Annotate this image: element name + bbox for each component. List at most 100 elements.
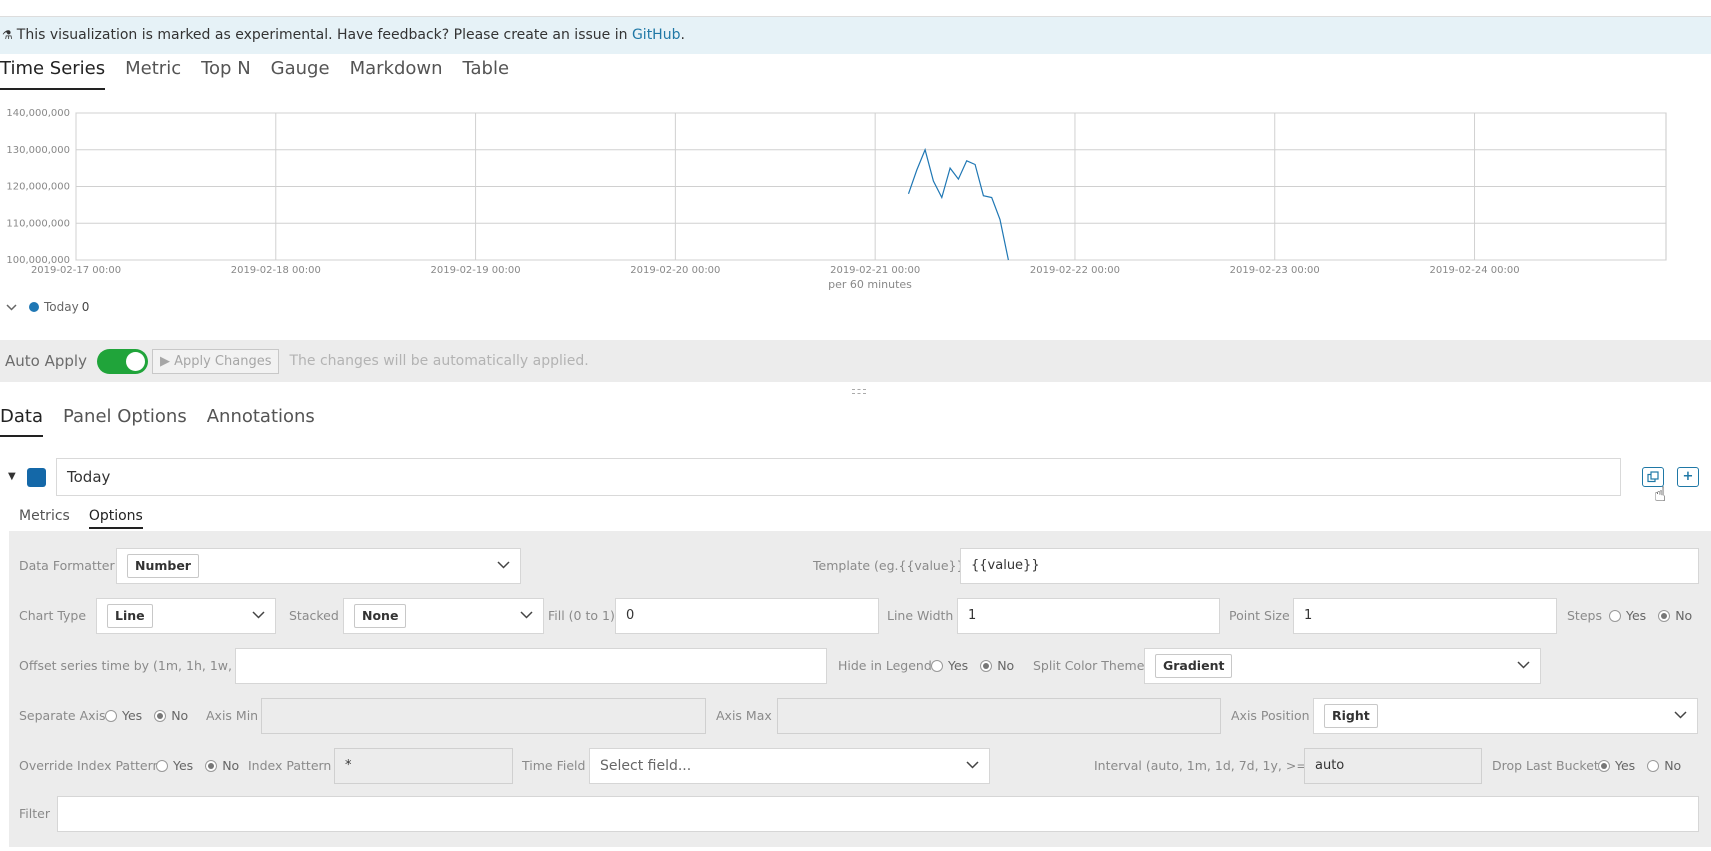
point-size-input[interactable]: 1 <box>1293 598 1557 634</box>
axis-min-input[interactable] <box>261 698 706 734</box>
x-tick-label: 2019-02-22 00:00 <box>1030 265 1120 276</box>
steps-no-radio[interactable] <box>1658 609 1671 622</box>
interval-label: Interval (auto, 1m, 1d, 7d, 1y, >=1m) <box>1094 758 1332 773</box>
auto-apply-label: Auto Apply <box>5 352 87 370</box>
override-index-no-radio[interactable] <box>205 759 218 772</box>
series-row: ▼ Today + <box>0 458 1711 496</box>
interval-input[interactable]: auto <box>1304 748 1482 784</box>
series-sub-tabs: Metrics Options <box>19 508 162 529</box>
fill-input[interactable]: 0 <box>615 598 879 634</box>
axis-position-label: Axis Position <box>1231 708 1310 723</box>
line-width-input[interactable]: 1 <box>957 598 1220 634</box>
axis-position-select[interactable]: Right <box>1313 698 1698 734</box>
x-tick-label: 2019-02-20 00:00 <box>630 265 720 276</box>
override-index-label: Override Index Pattern <box>19 758 161 773</box>
chart-legend: Today 0 <box>6 300 89 314</box>
override-index-yes-radio[interactable] <box>156 759 168 772</box>
tab-annotations[interactable]: Annotations <box>207 406 315 437</box>
tab-panel-options[interactable]: Panel Options <box>63 406 187 437</box>
experimental-notice: ⚗ This visualization is marked as experim… <box>0 17 1711 54</box>
hide-legend-yes-label: Yes <box>948 658 969 673</box>
add-series-button[interactable]: + <box>1677 467 1699 487</box>
panel-tabs: Data Panel Options Annotations <box>0 406 335 437</box>
steps-no-label: No <box>1675 608 1693 623</box>
stacked-select[interactable]: None <box>343 598 544 634</box>
separate-axis-no-radio[interactable] <box>154 709 167 722</box>
y-tick-label: 140,000,000 <box>6 108 70 119</box>
override-index-yes-label: Yes <box>173 758 194 773</box>
caret-down-icon[interactable]: ▼ <box>8 471 16 482</box>
tab-gauge[interactable]: Gauge <box>271 58 330 90</box>
apply-message: The changes will be automatically applie… <box>289 353 589 369</box>
axis-max-input[interactable] <box>777 698 1221 734</box>
tab-table[interactable]: Table <box>463 58 510 90</box>
y-tick-label: 120,000,000 <box>6 182 70 193</box>
split-color-select[interactable]: Gradient <box>1144 648 1541 684</box>
tab-top-n[interactable]: Top N <box>201 58 251 90</box>
x-tick-label: 2019-02-21 00:00 <box>830 265 920 276</box>
stacked-label: Stacked <box>289 608 339 623</box>
time-field-select[interactable]: Select field... <box>589 748 990 784</box>
apply-bar: Auto Apply ▶ Apply Changes The changes w… <box>0 340 1711 382</box>
time-field-label: Time Field <box>522 758 586 773</box>
data-formatter-select[interactable]: Number <box>116 548 521 584</box>
separate-axis-label: Separate Axis <box>19 708 106 723</box>
series-label-input[interactable]: Today <box>56 458 1621 496</box>
hide-legend-yes-radio[interactable] <box>931 659 943 672</box>
auto-apply-toggle[interactable] <box>96 348 148 374</box>
split-color-value: Gradient <box>1155 654 1233 678</box>
steps-yes-radio[interactable] <box>1609 609 1621 622</box>
drop-last-label: Drop Last Bucket <box>1492 758 1599 773</box>
tab-metric[interactable]: Metric <box>125 58 181 90</box>
override-index-radio-group: Yes No <box>156 758 239 773</box>
x-axis-label: per 60 minutes <box>828 278 912 291</box>
hide-legend-radio-group: Yes No <box>931 658 1014 673</box>
line-width-label: Line Width <box>887 608 954 623</box>
chevron-down-icon <box>520 611 533 619</box>
notice-text: This visualization is marked as experime… <box>16 27 632 43</box>
chart-type-select[interactable]: Line <box>96 598 276 634</box>
apply-changes-button[interactable]: ▶ Apply Changes <box>151 348 280 374</box>
time-series-chart: 140,000,000 130,000,000 120,000,000 110,000… <box>6 108 1667 291</box>
template-label: Template (eg.{{value}}/s) <box>813 558 981 573</box>
index-pattern-input[interactable]: * <box>334 748 513 784</box>
axis-position-value: Right <box>1324 704 1378 728</box>
hide-legend-no-label: No <box>997 658 1015 673</box>
tab-data[interactable]: Data <box>0 406 43 437</box>
tab-options[interactable]: Options <box>88 508 143 529</box>
github-link[interactable]: GitHub <box>632 27 681 43</box>
axis-max-label: Axis Max <box>716 708 772 723</box>
separate-axis-yes-radio[interactable] <box>105 709 117 722</box>
tab-markdown[interactable]: Markdown <box>350 58 443 90</box>
offset-input[interactable] <box>235 648 827 684</box>
steps-label: Steps <box>1567 608 1602 623</box>
series-color-swatch[interactable] <box>27 468 46 487</box>
drop-last-radio-group: Yes No <box>1598 758 1681 773</box>
y-tick-label: 130,000,000 <box>6 145 70 156</box>
offset-label: Offset series time by (1m, 1h, 1w, 1d) <box>19 658 257 673</box>
hide-legend-label: Hide in Legend <box>838 658 932 673</box>
template-input[interactable]: {{value}} <box>960 548 1699 584</box>
drop-last-yes-label: Yes <box>1615 758 1636 773</box>
pointer-hand-icon: ☝ <box>1654 482 1667 506</box>
tab-metrics[interactable]: Metrics <box>19 508 70 529</box>
legend-toggle-chevron-icon[interactable] <box>6 301 17 314</box>
tab-time-series[interactable]: Time Series <box>0 58 106 90</box>
split-color-label: Split Color Theme <box>1033 658 1145 673</box>
drop-last-no-radio[interactable] <box>1647 759 1660 772</box>
chevron-down-icon <box>1674 711 1687 719</box>
series-options-panel: Data Formatter Number Template (eg.{{val… <box>9 531 1711 847</box>
chevron-down-icon <box>966 761 979 769</box>
toggle-knob <box>125 351 145 371</box>
point-size-label: Point Size <box>1229 608 1290 623</box>
hide-legend-no-radio[interactable] <box>980 659 993 672</box>
index-pattern-label: Index Pattern <box>248 758 332 773</box>
time-field-placeholder: Select field... <box>600 758 692 774</box>
fill-label: Fill (0 to 1) <box>548 608 615 623</box>
panel-resize-handle[interactable] <box>852 389 866 394</box>
notice-end: . <box>680 27 685 43</box>
legend-series-name: Today <box>44 300 79 314</box>
drop-last-yes-radio[interactable] <box>1598 759 1610 772</box>
visualization-tabs: Time Series Metric Top N Gauge Markdown … <box>0 58 529 90</box>
filter-input[interactable] <box>57 796 1699 832</box>
